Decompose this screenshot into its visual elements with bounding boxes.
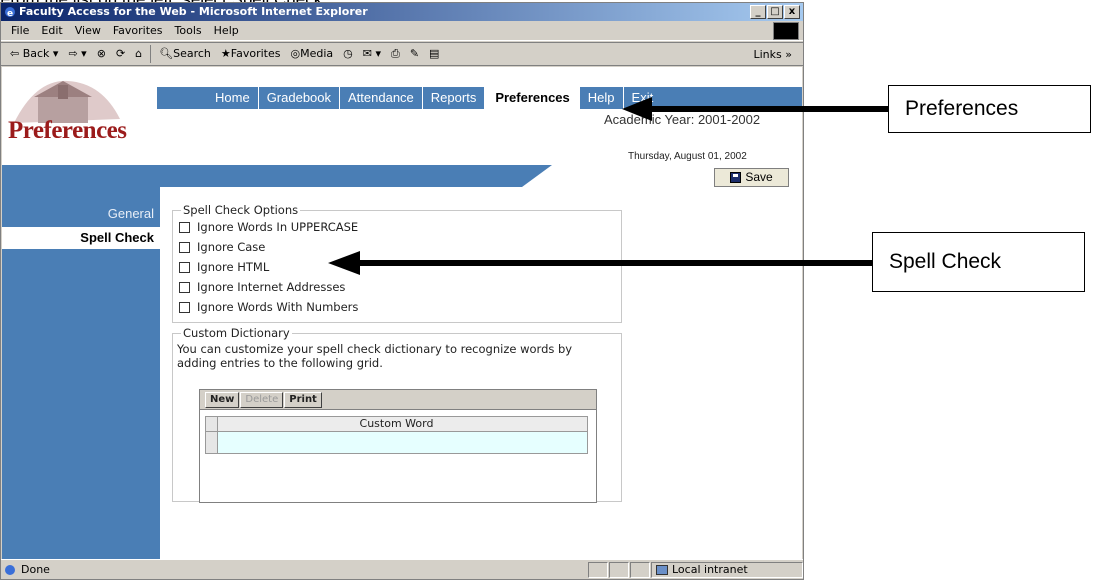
menu-favorites[interactable]: Favorites [107, 21, 169, 40]
edit-icon[interactable]: ✎ [405, 42, 424, 66]
sidebar-item-general[interactable]: General [2, 203, 160, 225]
search-icon: 🔍︎ [159, 47, 174, 60]
delete-button[interactable]: Delete [240, 391, 284, 408]
option-ignore-uppercase[interactable]: Ignore Words In UPPERCASE [173, 217, 621, 237]
history-icon[interactable]: ◷ [338, 42, 358, 66]
media-icon: ◎ [290, 47, 301, 60]
back-button[interactable]: ⇦ Back ▾ [5, 42, 63, 66]
spell-check-options-legend: Spell Check Options [183, 203, 299, 217]
option-label: Ignore HTML [197, 260, 270, 274]
custom-word-column-header[interactable]: Custom Word [360, 417, 434, 430]
favorites-button[interactable]: ★Favorites [216, 42, 286, 66]
stop-icon[interactable]: ⊗ [92, 42, 111, 66]
grid-header: Custom Word [205, 416, 588, 432]
grid-toolbar: New Delete Print [200, 390, 596, 410]
menu-help[interactable]: Help [208, 21, 245, 40]
page-done-icon [5, 565, 15, 575]
print-button[interactable]: Print [284, 391, 322, 408]
status-pane [609, 562, 629, 578]
minimize-button[interactable]: _ [750, 5, 766, 19]
logo-text: Preferences [8, 117, 127, 144]
browser-toolbar: ⇦ Back ▾ ⇨ ▾ ⊗ ⟳ ⌂ 🔍︎Search ★Favorites ◎… [1, 42, 803, 66]
links-label: Links [753, 48, 782, 61]
mail-icon[interactable]: ✉ ▾ [358, 42, 386, 66]
option-ignore-case[interactable]: Ignore Case [173, 237, 621, 257]
status-pane [588, 562, 608, 578]
checkbox[interactable] [179, 301, 190, 313]
title-bar: e Faculty Access for the Web - Microsoft… [1, 3, 803, 21]
menu-bar: File Edit View Favorites Tools Help [1, 21, 803, 41]
print-icon[interactable]: ⎙ [386, 42, 405, 66]
security-zone: Local intranet [651, 562, 803, 578]
table-row[interactable] [205, 432, 588, 454]
row-header-cell [206, 432, 218, 453]
top-nav: Home Gradebook Attendance Reports Prefer… [207, 87, 661, 109]
media-button[interactable]: ◎Media [285, 42, 338, 66]
custom-dictionary-legend: Custom Dictionary [183, 326, 290, 340]
callout-arrows [328, 97, 888, 275]
option-ignore-words-with-numbers[interactable]: Ignore Words With Numbers [173, 297, 621, 317]
option-label: Ignore Internet Addresses [197, 280, 346, 294]
maximize-button[interactable]: □ [767, 5, 783, 19]
ie-icon: e [5, 7, 15, 18]
sidebar-item-spell-check[interactable]: Spell Check [2, 227, 160, 249]
menu-file[interactable]: File [5, 21, 35, 40]
menu-view[interactable]: View [69, 21, 107, 40]
sidebar: General Spell Check [2, 187, 160, 561]
windows-logo-icon [773, 22, 799, 40]
window-title: Faculty Access for the Web - Microsoft I… [19, 5, 368, 18]
intranet-icon [656, 565, 668, 575]
forward-button[interactable]: ⇨ ▾ [63, 42, 91, 66]
spell-check-callout: Spell Check [872, 232, 1085, 292]
preferences-callout: Preferences [888, 85, 1091, 133]
favorites-icon: ★ [220, 47, 231, 60]
checkbox[interactable] [179, 241, 190, 253]
menu-edit[interactable]: Edit [35, 21, 68, 40]
close-button[interactable]: x [784, 5, 800, 19]
home-icon[interactable]: ⌂ [130, 42, 147, 66]
nav-preferences[interactable]: Preferences [485, 87, 580, 109]
menu-tools[interactable]: Tools [169, 21, 208, 40]
svg-text:e: e [7, 9, 13, 18]
checkbox[interactable] [179, 221, 190, 233]
zone-label: Local intranet [672, 563, 748, 576]
preferences-arrowhead [622, 97, 652, 121]
status-text: Done [21, 563, 50, 576]
nav-reports[interactable]: Reports [423, 87, 486, 109]
favorites-label: Favorites [230, 47, 281, 60]
nav-attendance[interactable]: Attendance [340, 87, 423, 109]
custom-dictionary-group: Custom Dictionary You can customize your… [172, 326, 622, 503]
option-label: Ignore Words In UPPERCASE [197, 220, 359, 234]
custom-word-grid: New Delete Print Custom Word [199, 389, 597, 503]
option-ignore-internet-addresses[interactable]: Ignore Internet Addresses [173, 277, 621, 297]
nav-gradebook[interactable]: Gradebook [259, 87, 341, 109]
option-label: Ignore Words With Numbers [197, 300, 359, 314]
nav-home[interactable]: Home [207, 87, 259, 109]
custom-dictionary-description: You can customize your spell check dicti… [177, 342, 573, 370]
status-bar: Done Local intranet [1, 559, 803, 579]
back-arrow-icon: ⇦ [10, 47, 23, 60]
checkbox[interactable] [179, 281, 190, 293]
search-button[interactable]: 🔍︎Search [154, 42, 216, 66]
toolbar-separator [150, 45, 152, 63]
back-label: Back [22, 47, 50, 60]
links-button[interactable]: Links » [749, 43, 798, 67]
media-label: Media [300, 47, 334, 60]
discuss-icon[interactable]: ▤ [424, 42, 444, 66]
checkbox[interactable] [179, 261, 190, 273]
search-label: Search [173, 47, 211, 60]
new-button[interactable]: New [205, 391, 240, 408]
status-pane [630, 562, 650, 578]
refresh-icon[interactable]: ⟳ [111, 42, 130, 66]
row-header-cell [206, 417, 218, 431]
option-label: Ignore Case [197, 240, 266, 254]
